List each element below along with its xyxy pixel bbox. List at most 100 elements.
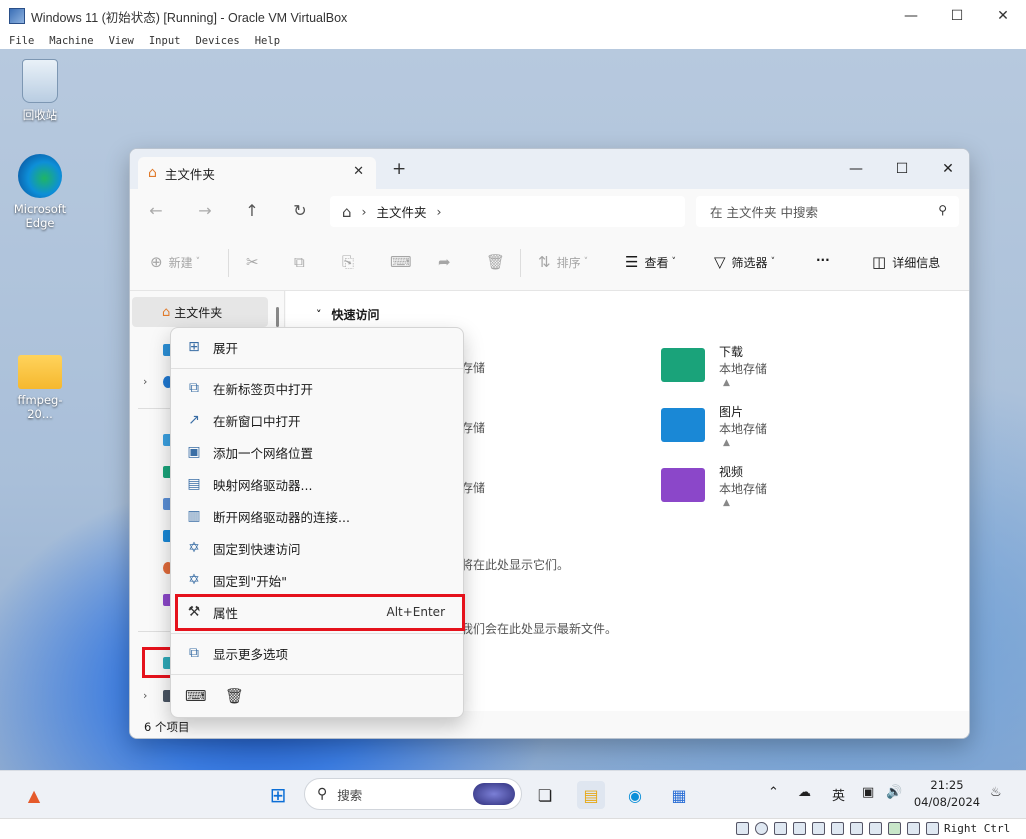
share-button[interactable]: ➦ [438, 253, 457, 271]
minimize-button[interactable]: — [888, 0, 934, 32]
widgets-icon[interactable]: ▲ [20, 781, 48, 809]
menu-item-expand[interactable]: ⊞ 展开 [175, 332, 459, 362]
menu-file[interactable]: File [9, 35, 34, 47]
menu-input[interactable]: Input [149, 35, 181, 47]
quick-access-pictures[interactable]: 图片 本地存储 ▲ [661, 402, 841, 456]
menu-item-pin-start[interactable]: ✡ 固定到"开始" [175, 565, 459, 595]
menu-item-show-more-options[interactable]: ⧉ 显示更多选项 [175, 638, 459, 668]
edge-icon [18, 154, 62, 198]
menu-devices[interactable]: Devices [195, 35, 239, 47]
explorer-close-button[interactable]: ✕ [925, 155, 969, 183]
forward-button[interactable]: → [193, 201, 217, 220]
audio-icon[interactable] [774, 822, 787, 835]
file-explorer-taskbar-icon[interactable]: ▤ [577, 781, 605, 809]
vbox-menubar: File Machine View Input Devices Help [0, 32, 1026, 49]
explorer-maximize-button[interactable]: ☐ [879, 155, 925, 183]
chevron-right-icon[interactable]: › [437, 204, 442, 219]
menu-item-open-new-window[interactable]: ↗ 在新窗口中打开 [175, 405, 459, 435]
chevron-right-icon[interactable]: › [143, 689, 147, 702]
details-button[interactable]: ◫ 详细信息 [872, 253, 940, 271]
menu-item-label: 固定到"开始" [213, 573, 287, 589]
share-icon: ➦ [438, 253, 451, 271]
host-key-arrow-icon[interactable] [926, 822, 939, 835]
recording-icon[interactable] [869, 822, 882, 835]
menu-item-open-new-tab[interactable]: ⧉ 在新标签页中打开 [175, 373, 459, 403]
details-pane-icon: ◫ [872, 253, 887, 271]
filter-icon: ▽ [714, 253, 726, 271]
menu-item-pin-quick-access[interactable]: ✡ 固定到快速访问 [175, 533, 459, 563]
pictures-folder-icon [661, 408, 705, 442]
tile-subtitle: 本地存储 [719, 482, 768, 496]
optical-drive-icon[interactable] [755, 822, 768, 835]
ime-indicator[interactable]: 英 [832, 785, 845, 804]
nav-scrollbar[interactable] [276, 307, 279, 327]
desktop-icon-ffmpeg[interactable]: ffmpeg-20... [5, 347, 75, 421]
rename-icon[interactable]: ⌨ [185, 687, 207, 705]
refresh-button[interactable]: ↻ [288, 201, 312, 220]
tab-home[interactable]: ⌂ 主文件夹 ✕ [138, 157, 376, 189]
rename-icon: ⌨ [390, 253, 412, 271]
filter-button[interactable]: ▽ 筛选器 ˅ [714, 253, 775, 271]
explorer-minimize-button[interactable]: — [833, 155, 879, 183]
menu-machine[interactable]: Machine [49, 35, 93, 47]
nav-item-home[interactable]: ⌂ 主文件夹 [132, 297, 268, 327]
network-adapter-icon[interactable] [793, 822, 806, 835]
search-input[interactable]: 在 主文件夹 中搜索 ⚲ [696, 196, 959, 227]
menu-view[interactable]: View [109, 35, 134, 47]
network-tray-icon[interactable]: ▣ [862, 785, 874, 800]
address-input[interactable]: ⌂ › 主文件夹 › [330, 196, 685, 227]
quick-access-videos[interactable]: 视频 本地存储 ▲ [661, 462, 841, 516]
usb-icon[interactable] [812, 822, 825, 835]
sort-button[interactable]: ⇅ 排序 ˅ [538, 253, 588, 271]
hard-disk-icon[interactable] [736, 822, 749, 835]
shared-folders-icon[interactable] [831, 822, 844, 835]
menu-item-map-network-drive[interactable]: ▤ 映射网络驱动器... [175, 469, 459, 499]
back-button[interactable]: ← [144, 201, 168, 220]
breadcrumb-home[interactable]: 主文件夹 [377, 202, 427, 221]
menu-item-add-network-location[interactable]: ▣ 添加一个网络位置 [175, 437, 459, 467]
expand-icon: ⊞ [188, 339, 200, 355]
chevron-right-icon[interactable]: › [143, 375, 147, 388]
close-tab-icon[interactable]: ✕ [353, 164, 364, 179]
onedrive-tray-icon[interactable]: ☁ [798, 785, 811, 800]
volume-icon[interactable]: 🔊 [886, 785, 902, 800]
new-tab-icon: ⧉ [189, 380, 199, 396]
notification-bell-icon[interactable]: ♨ [990, 785, 1002, 800]
paste-button[interactable]: ⎘ [342, 253, 360, 271]
menu-help[interactable]: Help [255, 35, 280, 47]
menu-item-label: 固定到快速访问 [213, 541, 301, 557]
copy-button[interactable]: ⧉ [294, 253, 311, 271]
cut-button[interactable]: ✂ [246, 253, 265, 271]
quick-access-header[interactable]: ˅ 快速访问 [316, 306, 380, 323]
desktop-icon-recycle-bin[interactable]: 回收站 [5, 59, 75, 123]
delete-button[interactable]: 🗑 [486, 253, 511, 271]
desktop-icon-edge[interactable]: Microsoft Edge [5, 154, 75, 230]
edge-taskbar-icon[interactable]: ◉ [621, 781, 649, 809]
display-icon[interactable] [850, 822, 863, 835]
task-view-icon[interactable]: ❏ [531, 781, 559, 809]
new-button[interactable]: ⊕ 新建 ˅ [150, 253, 200, 271]
menu-item-label: 在新窗口中打开 [213, 413, 301, 429]
chevron-up-icon[interactable]: ⌃ [768, 785, 779, 800]
maximize-button[interactable]: ☐ [934, 0, 980, 32]
menu-separator [171, 674, 463, 675]
more-button[interactable]: ··· [816, 253, 830, 267]
mouse-integration-icon[interactable] [907, 822, 920, 835]
favorites-empty-note: 将在此处显示它们。 [461, 558, 570, 572]
sort-label: 排序 [556, 255, 581, 270]
view-button[interactable]: ☰ 查看 ˅ [625, 253, 676, 271]
taskbar-search[interactable]: ⚲ 搜索 [304, 778, 522, 810]
cpu-activity-icon[interactable] [888, 822, 901, 835]
rename-button[interactable]: ⌨ [390, 253, 418, 271]
up-button[interactable]: ↑ [240, 201, 264, 220]
trash-icon[interactable]: 🗑 [225, 687, 244, 705]
pin-icon: ✡ [188, 540, 200, 556]
quick-access-downloads[interactable]: 下载 本地存储 ▲ [661, 342, 841, 396]
close-button[interactable]: ✕ [980, 0, 1026, 32]
start-icon[interactable]: ⊞ [264, 781, 292, 809]
taskbar-clock[interactable]: 21:25 04/08/2024 [912, 777, 982, 811]
menu-item-disconnect-network-drive[interactable]: ▥ 断开网络驱动器的连接... [175, 501, 459, 531]
home-icon: ⌂ [342, 202, 352, 221]
new-tab-button[interactable]: + [392, 159, 406, 179]
store-icon[interactable]: ▦ [665, 781, 693, 809]
